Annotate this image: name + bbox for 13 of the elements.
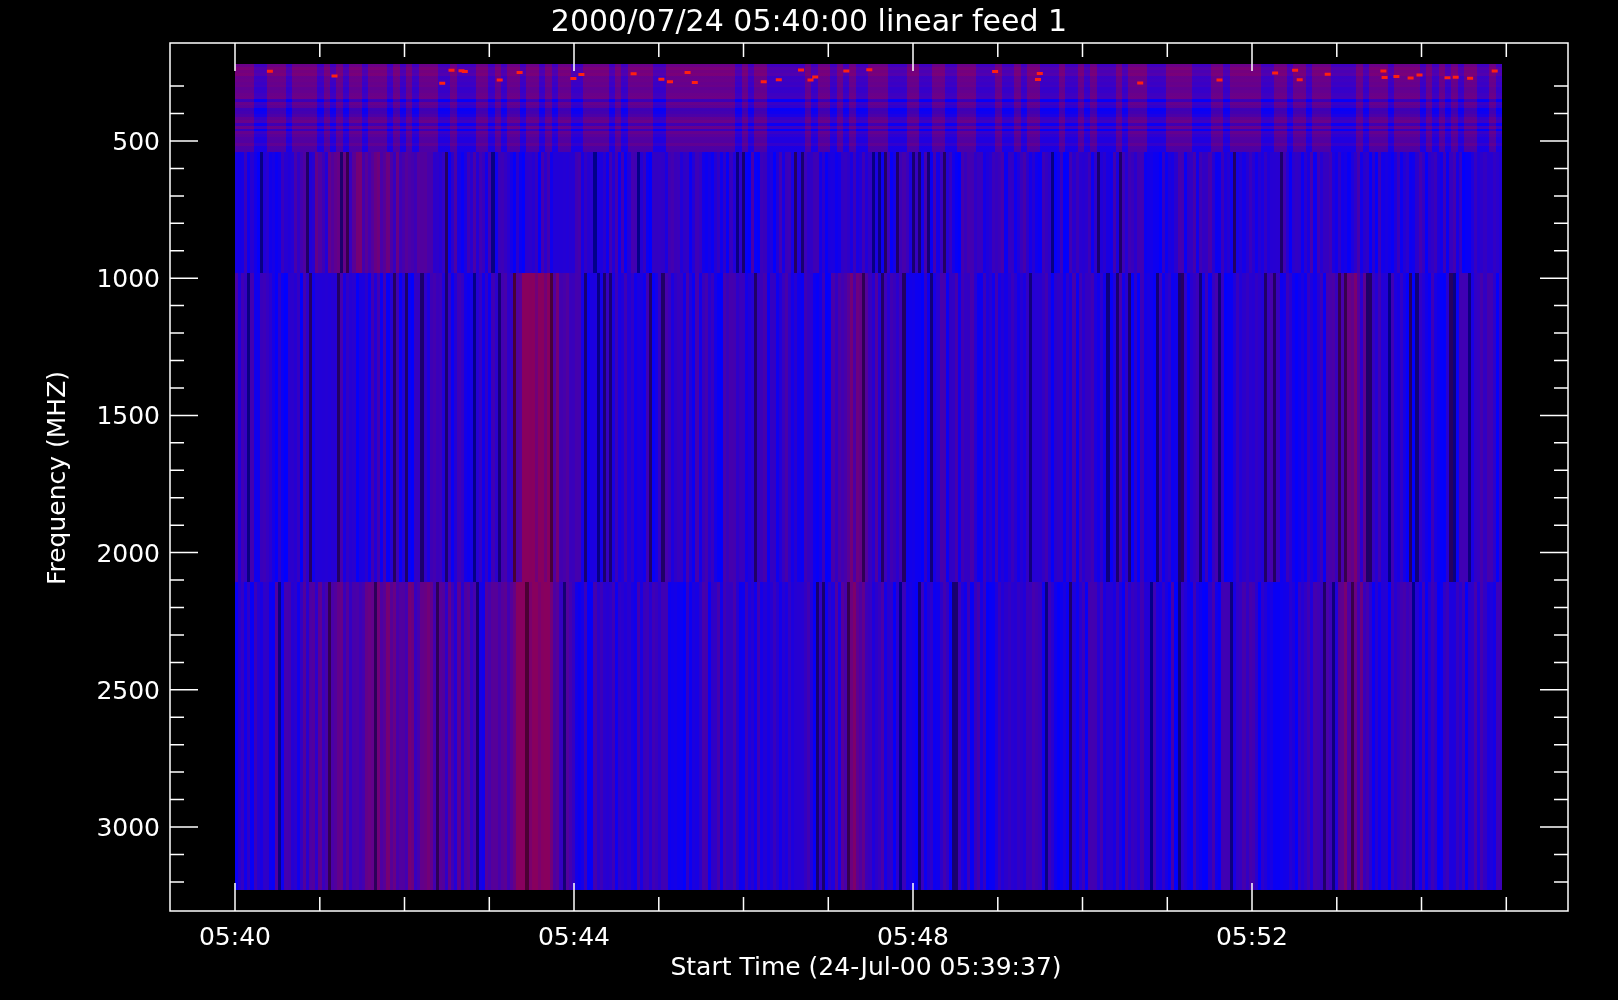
y-tick-label: 2000 (96, 538, 160, 568)
y-tick-label: 1000 (96, 264, 160, 294)
y-tick-label: 2500 (96, 675, 160, 705)
x-tick-label: 05:40 (199, 922, 271, 951)
x-tick-label: 05:44 (538, 922, 610, 951)
y-tick-label: 1500 (96, 401, 160, 431)
y-tick-label: 500 (112, 127, 160, 156)
y-tick-label: 3000 (96, 813, 160, 842)
x-tick-label: 05:52 (1216, 922, 1288, 951)
y-axis-label: Frequency (MHZ) (42, 370, 71, 586)
chart-title: 2000/07/24 05:40:00 linear feed 1 (550, 3, 1068, 38)
x-tick-label: 05:48 (877, 922, 949, 951)
x-axis-label: Start Time (24-Jul-00 05:39:37) (670, 952, 1062, 981)
